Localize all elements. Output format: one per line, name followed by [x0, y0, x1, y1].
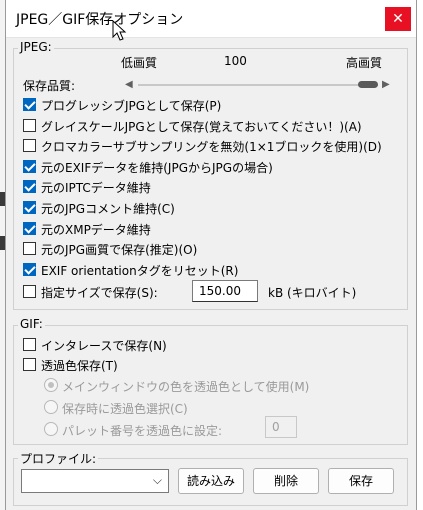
quality-low-label: 低画質 — [121, 56, 158, 70]
quality-value: 100 — [224, 54, 247, 68]
quality-slider-track[interactable] — [138, 84, 378, 86]
jpeg-option-label: 元のXMPデータ維持 — [41, 222, 151, 237]
jpeg-option-checkbox[interactable] — [23, 262, 36, 276]
title-bar[interactable]: JPEG／GIF保存オプション ✕ — [6, 0, 416, 41]
size-unit-label: kB (キロバイト) — [268, 286, 357, 300]
profile-select[interactable]: ⌵ — [21, 469, 169, 493]
window-title: JPEG／GIF保存オプション — [16, 12, 184, 28]
slider-right-arrow-icon[interactable]: ▶ — [382, 79, 390, 90]
close-button[interactable]: ✕ — [385, 7, 411, 31]
jpeg-group-label: JPEG: — [18, 40, 54, 54]
jpeg-option-label: クロマカラーサブサンプリングを無効(1×1ブロックを使用)(D) — [41, 140, 382, 155]
transparent-color-label: 透過色保存(T) — [41, 359, 118, 373]
size-input[interactable]: 150.00 — [192, 280, 258, 302]
save-specified-size-label: 指定サイズで保存(S): — [41, 286, 158, 300]
transparent-color-checkbox[interactable] — [23, 358, 36, 371]
palette-number-input[interactable]: 0 — [265, 416, 297, 438]
slider-left-arrow-icon[interactable]: ◀ — [125, 79, 133, 90]
jpeg-option-label: 元のJPG画質で保存(推定)(O) — [41, 243, 198, 258]
transparency-mode-label: パレット番号を透過色に設定: — [62, 424, 223, 438]
jpeg-option-label: 元のIPTCデータ維持 — [41, 181, 151, 196]
transparency-mode-radio[interactable] — [44, 422, 58, 436]
chevron-down-icon: ⌵ — [152, 473, 162, 487]
delete-profile-button[interactable]: 削除 — [253, 468, 319, 494]
jpeg-option-label: EXIF orientationタグをリセット(R) — [41, 263, 239, 278]
quality-high-label: 高画質 — [346, 56, 383, 70]
jpeg-option-label: 元のEXIFデータを維持(JPGからJPGの場合) — [41, 160, 273, 175]
profile-group-label: プロファイル: — [18, 450, 99, 467]
jpeg-option-label: プログレッシブJPGとして保存(P) — [41, 99, 222, 113]
interlace-label: インタレースで保存(N) — [41, 339, 167, 353]
jpeg-gif-save-options-dialog: JPEG／GIF保存オプション ✕ JPEG: 低画質 100 高画質 保存品質… — [5, 0, 417, 510]
jpeg-option-checkbox[interactable] — [23, 98, 36, 111]
save-specified-size-checkbox[interactable] — [23, 285, 36, 298]
transparency-mode-radio[interactable] — [44, 400, 58, 414]
load-profile-button[interactable]: 読み込み — [178, 468, 244, 494]
save-profile-button[interactable]: 保存 — [328, 468, 394, 494]
jpeg-option-checkbox[interactable] — [23, 242, 36, 256]
jpeg-option-checkbox[interactable] — [23, 201, 36, 214]
transparency-mode-label: 保存時に透過色選択(C) — [62, 402, 188, 416]
transparency-mode-radio[interactable] — [44, 378, 58, 392]
jpeg-option-label: グレイスケールJPGとして保存(覚えておいてください！)(A) — [41, 119, 362, 134]
jpeg-option-label: 元のJPGコメント維持(C) — [41, 202, 175, 216]
quality-label: 保存品質: — [23, 79, 76, 93]
transparency-mode-label: メインウィンドウの色を透過色として使用(M) — [62, 380, 310, 394]
gif-group-label: GIF: — [18, 317, 45, 331]
jpeg-option-checkbox[interactable] — [23, 221, 36, 235]
interlace-checkbox[interactable] — [23, 338, 36, 351]
mouse-cursor-icon — [112, 20, 127, 41]
quality-slider-thumb[interactable] — [358, 81, 378, 88]
jpeg-option-checkbox[interactable] — [23, 159, 36, 173]
jpeg-option-checkbox[interactable] — [23, 180, 36, 194]
jpeg-option-checkbox[interactable] — [23, 118, 36, 132]
jpeg-option-checkbox[interactable] — [23, 139, 36, 153]
